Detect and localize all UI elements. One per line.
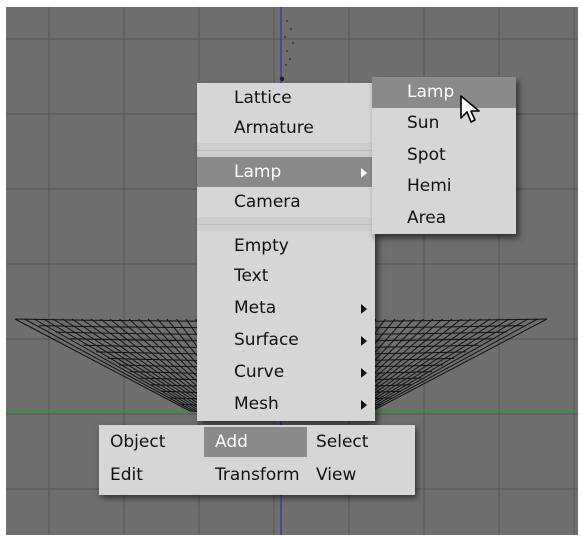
bowl-edge [71,318,210,412]
menu-item-label: Armature [234,118,314,138]
menu-separator [197,217,375,231]
submenu-item-label: Spot [407,145,446,165]
toolbar-object-button[interactable]: Object [99,427,204,457]
toolbar-label: View [316,465,357,485]
submenu-item-lamp[interactable]: Lamp [372,77,516,108]
menu-item-label: Meta [234,298,277,318]
toolbar-transform-button[interactable]: Transform [204,460,307,490]
toolbar-view-button[interactable]: View [305,460,405,490]
toolbar-label: Object [110,432,166,452]
submenu-item-label: Sun [407,113,440,133]
submenu-item-hemi[interactable]: Hemi [372,171,516,202]
screenshot-frame: Lattice Armature Lamp Camera Empty Text … [0,0,581,538]
toolbar-edit-button[interactable]: Edit [99,460,204,490]
menu-item-text[interactable]: Text [197,261,375,291]
submenu-arrow-icon [361,368,367,378]
submenu-arrow-icon [361,304,367,314]
menu-item-empty[interactable]: Empty [197,231,375,261]
menu-item-mesh[interactable]: Mesh [197,389,375,419]
bowl-edge [43,318,201,412]
submenu-item-spot[interactable]: Spot [372,140,516,171]
menu-item-label: Lattice [234,88,292,108]
menu-item-surface[interactable]: Surface [197,325,375,355]
menu-item-armature[interactable]: Armature [197,113,375,143]
toolbar-label: Transform [215,465,300,485]
menu-item-label: Text [234,266,269,286]
submenu-arrow-icon [361,400,367,410]
submenu-item-area[interactable]: Area [372,203,516,234]
bowl-edge [358,318,510,412]
3d-viewport[interactable]: Lattice Armature Lamp Camera Empty Text … [6,7,578,535]
lamp-object [279,20,294,82]
bowl-edge [52,318,204,412]
object-toolbar: Object Add Select Edit Transform View [99,425,415,495]
toolbar-add-button[interactable]: Add [204,427,307,457]
submenu-item-label: Lamp [407,82,455,102]
submenu-arrow-icon [361,168,367,178]
menu-item-meta[interactable]: Meta [197,293,375,323]
menu-item-lamp[interactable]: Lamp [197,157,375,187]
add-menu: Lattice Armature Lamp Camera Empty Text … [197,83,375,421]
menu-item-curve[interactable]: Curve [197,357,375,387]
mouse-pointer-icon [460,95,480,123]
submenu-item-sun[interactable]: Sun [372,108,516,139]
menu-item-lattice[interactable]: Lattice [197,83,375,113]
bowl-edge [81,318,214,412]
menu-item-label: Mesh [234,394,279,414]
submenu-item-label: Area [407,208,447,228]
toolbar-label: Edit [110,465,143,485]
menu-separator [197,143,375,157]
toolbar-select-button[interactable]: Select [305,427,405,457]
toolbar-label: Add [215,432,248,452]
menu-item-label: Surface [234,330,299,350]
lamp-submenu: Lamp Sun Spot Hemi Area [372,77,516,234]
toolbar-label: Select [316,432,369,452]
menu-item-camera[interactable]: Camera [197,187,375,217]
menu-item-label: Empty [234,236,289,256]
bowl-edge [361,318,519,412]
submenu-item-label: Hemi [407,176,452,196]
menu-item-label: Curve [234,362,285,382]
submenu-arrow-icon [361,336,367,346]
menu-item-label: Camera [234,192,301,212]
menu-item-label: Lamp [234,162,282,182]
